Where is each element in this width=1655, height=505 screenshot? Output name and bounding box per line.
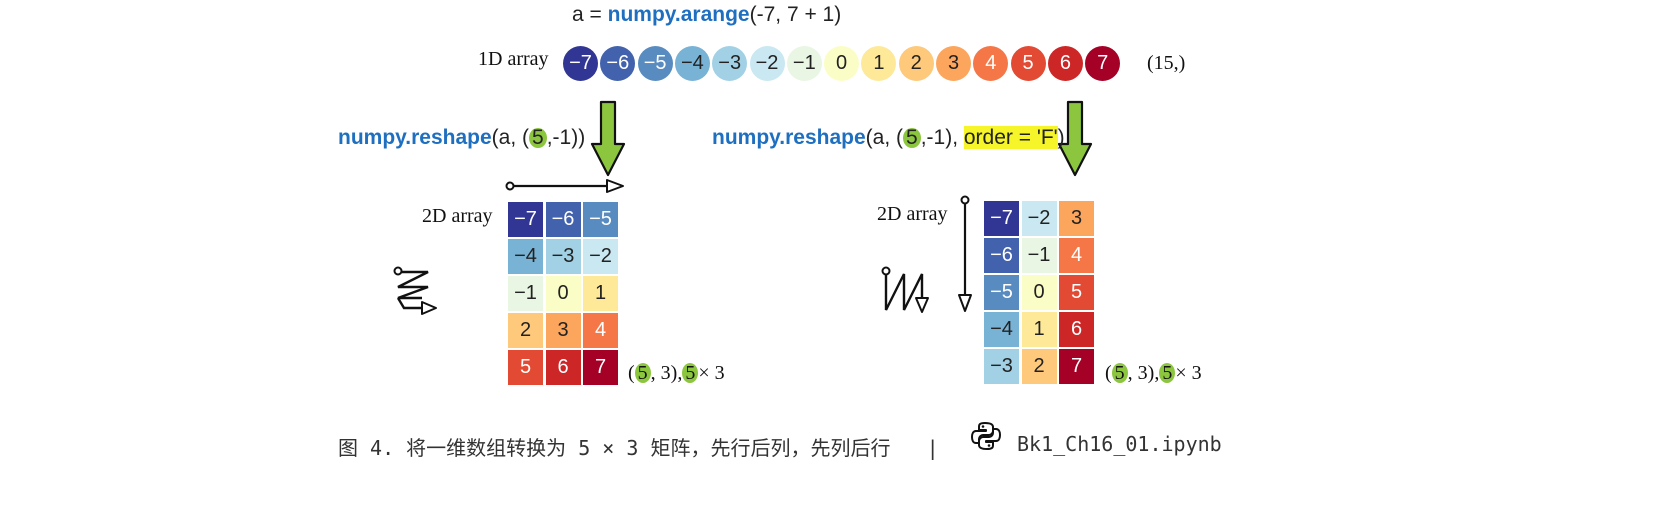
order-f-highlight: order = 'F' bbox=[963, 126, 1058, 149]
array-2d-cell: −1 bbox=[508, 276, 543, 311]
array-2d-cell: 4 bbox=[583, 313, 618, 348]
reshape-open: (a, ( bbox=[865, 126, 903, 149]
array-1d-element: −3 bbox=[712, 46, 748, 81]
array-2d-cell: 2 bbox=[1021, 349, 1057, 384]
array-2d-cell: −7 bbox=[984, 201, 1019, 236]
array-1d-element: 7 bbox=[1085, 46, 1121, 81]
array-1d-element: 6 bbox=[1047, 46, 1083, 81]
reshape-function: numpy.reshape bbox=[712, 126, 866, 149]
array-2d-cell: −3 bbox=[984, 349, 1019, 384]
array-2d-cell: 0 bbox=[1021, 275, 1057, 310]
array-1d-element: 1 bbox=[861, 46, 897, 81]
reshape-function: numpy.reshape bbox=[338, 126, 492, 149]
reshape-open: (a, ( bbox=[491, 126, 529, 149]
notebook-filename: Bk1_Ch16_01.ipynb bbox=[1017, 432, 1222, 456]
array-2d-cell: 3 bbox=[545, 313, 581, 348]
array-2d-label-left: 2D array bbox=[422, 205, 493, 227]
zigzag-column-icon bbox=[881, 266, 929, 313]
arange-args: (-7, 7 + 1) bbox=[749, 3, 842, 26]
array-1d-element: 5 bbox=[1010, 46, 1046, 81]
figure-caption: 图 4. 将一维数组转换为 5 × 3 矩阵，先行后列，先列后行 | bbox=[338, 432, 939, 461]
down-arrow-icon bbox=[590, 100, 626, 177]
array-2d-cell: −7 bbox=[508, 202, 543, 237]
reshape-rest: ,-1)) bbox=[546, 126, 586, 149]
caption-separator: | bbox=[926, 436, 939, 460]
arange-prefix: a = bbox=[572, 3, 608, 26]
arange-function: numpy.arange bbox=[607, 3, 750, 26]
array-1d-element: −1 bbox=[786, 46, 822, 81]
array-2d-cell: −6 bbox=[984, 238, 1019, 273]
array-2d-cell: 6 bbox=[1059, 312, 1094, 347]
array-2d-cell: 0 bbox=[545, 276, 581, 311]
shape-label-left: (5, 3), 5 × 3 bbox=[628, 362, 725, 384]
array-2d-cell: −2 bbox=[1021, 201, 1057, 236]
array-2d-cell: −4 bbox=[984, 312, 1019, 347]
array-1d-element: 0 bbox=[824, 46, 860, 81]
array-2d-cell: −1 bbox=[1021, 238, 1057, 273]
shape-rows-highlight: 5 bbox=[1159, 363, 1176, 383]
reshape-rows-highlight: 5 bbox=[903, 127, 921, 148]
array-2d-cell: 5 bbox=[508, 350, 543, 385]
array-1d-element: −5 bbox=[637, 46, 673, 81]
reshape-code-row-order: numpy.reshape(a, (5 ,-1)) bbox=[338, 126, 585, 150]
array-2d-cell: 3 bbox=[1059, 201, 1094, 236]
shape-rows-highlight: 5 bbox=[634, 363, 651, 383]
array-2d-cell: 6 bbox=[545, 350, 581, 385]
array-2d-cell: −6 bbox=[545, 202, 581, 237]
array-2d-cell: 5 bbox=[1059, 275, 1094, 310]
arange-code: a = numpy.arange(-7, 7 + 1) bbox=[572, 3, 841, 27]
reshape-close: ) bbox=[1057, 126, 1065, 149]
reshape-rows-highlight: 5 bbox=[529, 127, 547, 148]
row-order-arrow-icon bbox=[505, 179, 624, 193]
array-1d-element: −7 bbox=[563, 46, 598, 81]
array-1d-element: −4 bbox=[674, 46, 710, 81]
array-2d-cell: 2 bbox=[508, 313, 543, 348]
array-2d-cell: −3 bbox=[545, 239, 581, 274]
array-1d-element: 4 bbox=[973, 46, 1009, 81]
array-2d-cell: −2 bbox=[583, 239, 618, 274]
array-2d-cell: 1 bbox=[583, 276, 618, 311]
shape-rows-highlight: 5 bbox=[1111, 363, 1128, 383]
array-2d-cell: −5 bbox=[583, 202, 618, 237]
array-2d-cell: 7 bbox=[1059, 349, 1094, 384]
array-2d-cell: 7 bbox=[583, 350, 618, 385]
reshape-code-column-order: numpy.reshape(a, (5 ,-1), order = 'F') bbox=[712, 126, 1065, 150]
python-logo-icon bbox=[971, 422, 1001, 450]
array-1d-element: 3 bbox=[936, 46, 971, 81]
reshape-rest: ,-1), bbox=[920, 126, 964, 149]
array-2d-label-right: 2D array bbox=[877, 203, 948, 225]
array-2d-cell: −4 bbox=[508, 239, 543, 274]
array-1d-label: 1D array bbox=[478, 48, 549, 70]
shape-label-right: (5, 3), 5 × 3 bbox=[1105, 362, 1202, 384]
array-2d-cell: 4 bbox=[1059, 238, 1094, 273]
array-1d-shape: (15,) bbox=[1147, 52, 1186, 74]
array-2d-cell: −5 bbox=[984, 275, 1019, 310]
shape-rows-highlight: 5 bbox=[682, 363, 699, 383]
array-1d-element: −2 bbox=[749, 46, 785, 81]
zigzag-row-icon bbox=[393, 266, 437, 315]
array-1d-element: 2 bbox=[898, 46, 934, 81]
array-1d-element: −6 bbox=[600, 46, 636, 81]
column-order-arrow-icon bbox=[958, 195, 972, 312]
array-2d-cell: 1 bbox=[1021, 312, 1057, 347]
caption-text: 图 4. 将一维数组转换为 5 × 3 矩阵，先行后列，先列后行 bbox=[338, 436, 891, 460]
